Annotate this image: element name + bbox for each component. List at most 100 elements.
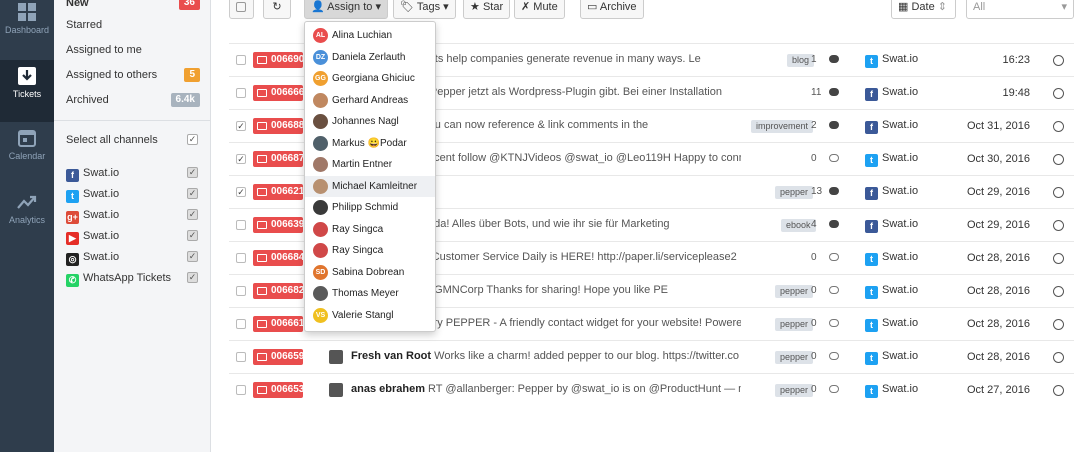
view-assigned-to-me[interactable]: Assigned to me [66, 41, 202, 59]
channel-checkbox[interactable]: ✓ [187, 230, 198, 241]
channel-item[interactable]: f Swat.io ✓ [66, 164, 202, 182]
status-circle-icon[interactable] [1053, 352, 1064, 363]
row-checkbox[interactable] [236, 352, 246, 362]
channel-item[interactable]: ◎ Swat.io ✓ [66, 248, 202, 266]
ticket-id-badge[interactable]: 006684 [253, 250, 305, 266]
select-all-tickets-checkbox[interactable] [229, 0, 254, 19]
ticket-id-badge[interactable]: 006659 [253, 349, 304, 365]
assignee-option[interactable]: SD Sabina Dobrean [305, 262, 435, 283]
assignee-option[interactable]: Ray Singca [305, 219, 435, 240]
tags-button[interactable]: 🏷 Tags ▾ [393, 0, 456, 19]
ticket-tag[interactable]: pepper [775, 384, 814, 397]
ticket-id-badge[interactable]: 006639 [253, 217, 304, 233]
ticket-tag[interactable]: pepper [775, 186, 814, 199]
channel-item[interactable]: ✆ WhatsApp Tickets ✓ [66, 269, 202, 287]
dashboard-icon [18, 3, 36, 21]
ticket-tag[interactable]: pepper [775, 285, 814, 298]
rail-tickets[interactable]: Tickets [0, 60, 54, 122]
row-checkbox[interactable]: ✓ [236, 187, 246, 197]
ticket-time: Oct 27, 2016 [967, 384, 1030, 396]
rail-analytics[interactable]: Analytics [0, 188, 54, 250]
assignee-option[interactable]: Johannes Nagl [305, 111, 435, 132]
row-checkbox[interactable]: ✓ [236, 154, 246, 164]
status-circle-icon[interactable] [1053, 253, 1064, 264]
assignee-option[interactable]: Ray Singca [305, 240, 435, 261]
assignee-option[interactable]: GG Georgiana Ghiciuc [305, 68, 435, 89]
ticket-id: 006684 [271, 252, 305, 263]
row-checkbox[interactable] [236, 253, 246, 263]
sort-select[interactable]: ▦ Date ⇕ [891, 0, 956, 19]
row-checkbox[interactable] [236, 220, 246, 230]
twitter-icon: t [865, 286, 878, 299]
ticket-id-badge[interactable]: 006687 [253, 151, 304, 167]
view-starred[interactable]: Starred [66, 16, 202, 34]
select-all-checkbox[interactable]: ✓ [187, 134, 198, 145]
status-circle-icon[interactable] [1053, 121, 1064, 132]
comment-icon [829, 121, 839, 129]
channel-checkbox[interactable]: ✓ [187, 251, 198, 262]
assignee-option[interactable]: Martin Entner [305, 154, 435, 175]
assignee-option[interactable]: Philipp Schmid [305, 197, 435, 218]
ticket-tag[interactable]: improvement [751, 120, 814, 133]
ticket-id-badge[interactable]: 006690 [253, 52, 304, 68]
assignee-option[interactable]: VS Valerie Stangl [305, 305, 435, 326]
select-all-channels[interactable]: Select all channels ✓ [66, 131, 202, 149]
channel-item[interactable]: ▶ Swat.io ✓ [66, 227, 202, 245]
mute-button[interactable]: ✗ Mute [514, 0, 565, 19]
rail-dashboard[interactable]: Dashboard [0, 0, 54, 60]
channel-label: Swat.io [83, 167, 120, 179]
status-circle-icon[interactable] [1053, 88, 1064, 99]
row-checkbox[interactable]: ✓ [236, 121, 246, 131]
row-checkbox[interactable] [236, 286, 246, 296]
status-circle-icon[interactable] [1053, 286, 1064, 297]
refresh-button[interactable]: ↻ [263, 0, 291, 19]
assignee-option[interactable]: Markus 😀Podar [305, 133, 435, 154]
view-archived[interactable]: Archived 6.4k [66, 91, 202, 109]
rail-calendar[interactable]: Calendar [0, 124, 54, 186]
ticket-id-badge[interactable]: 006653 [253, 382, 304, 398]
status-circle-icon[interactable] [1053, 55, 1064, 66]
row-checkbox[interactable] [236, 385, 246, 395]
row-checkbox[interactable] [236, 88, 246, 98]
assignee-option[interactable]: Michael Kamleitner [305, 175, 435, 197]
ticket-tag[interactable]: blog [787, 54, 815, 67]
channel-checkbox[interactable]: ✓ [187, 209, 198, 220]
ticket-id-badge[interactable]: 006661 [253, 316, 304, 332]
count-badge: 5 [184, 68, 200, 82]
ticket-id-badge[interactable]: 006621 [253, 184, 304, 200]
channel-item[interactable]: t Swat.io ✓ [66, 185, 202, 203]
ticket-tag[interactable]: pepper [775, 318, 814, 331]
ticket-id-badge[interactable]: 006666 [253, 85, 304, 101]
row-checkbox[interactable] [236, 319, 246, 329]
channel-checkbox[interactable]: ✓ [187, 272, 198, 283]
view-assigned-to-others[interactable]: Assigned to others 5 [66, 66, 202, 84]
table-row[interactable]: 006653 anas ebrahem RT @allanberger: Pepp… [229, 373, 1074, 406]
assignee-option[interactable]: Thomas Meyer [305, 283, 435, 304]
archive-button[interactable]: ▭ Archive [580, 0, 644, 19]
status-circle-icon[interactable] [1053, 220, 1064, 231]
channel-checkbox[interactable]: ✓ [187, 167, 198, 178]
assignee-name: Philipp Schmid [332, 202, 399, 213]
status-circle-icon[interactable] [1053, 319, 1064, 330]
ticket-type-icon [257, 56, 267, 64]
assignee-name: Valerie Stangl [332, 309, 394, 321]
status-circle-icon[interactable] [1053, 154, 1064, 165]
channel-checkbox[interactable]: ✓ [187, 188, 198, 199]
assignee-option[interactable]: AL Alina Luchian [305, 25, 435, 46]
ticket-id-badge[interactable]: 006688 [253, 118, 304, 134]
assignee-option[interactable]: Gerhard Andreas [305, 90, 435, 111]
filter-select[interactable]: All ▾ [966, 0, 1074, 19]
channel-item[interactable]: g+ Swat.io ✓ [66, 206, 202, 224]
ticket-id-badge[interactable]: 006682 [253, 283, 304, 299]
comment-count: 0 [811, 252, 817, 263]
row-checkbox[interactable] [236, 55, 246, 65]
star-button[interactable]: ★ Star [463, 0, 511, 19]
assign-to-button[interactable]: 👤 Assign to ▾ [304, 0, 388, 19]
ticket-time: 19:48 [1002, 87, 1030, 99]
assignee-option[interactable]: DZ Daniela Zerlauth [305, 47, 435, 68]
view-new[interactable]: New 36 [66, 0, 202, 12]
table-row[interactable]: 006659 Fresh van Root Works like a charm!… [229, 340, 1074, 373]
ticket-tag[interactable]: pepper [775, 351, 814, 364]
status-circle-icon[interactable] [1053, 385, 1064, 396]
status-circle-icon[interactable] [1053, 187, 1064, 198]
